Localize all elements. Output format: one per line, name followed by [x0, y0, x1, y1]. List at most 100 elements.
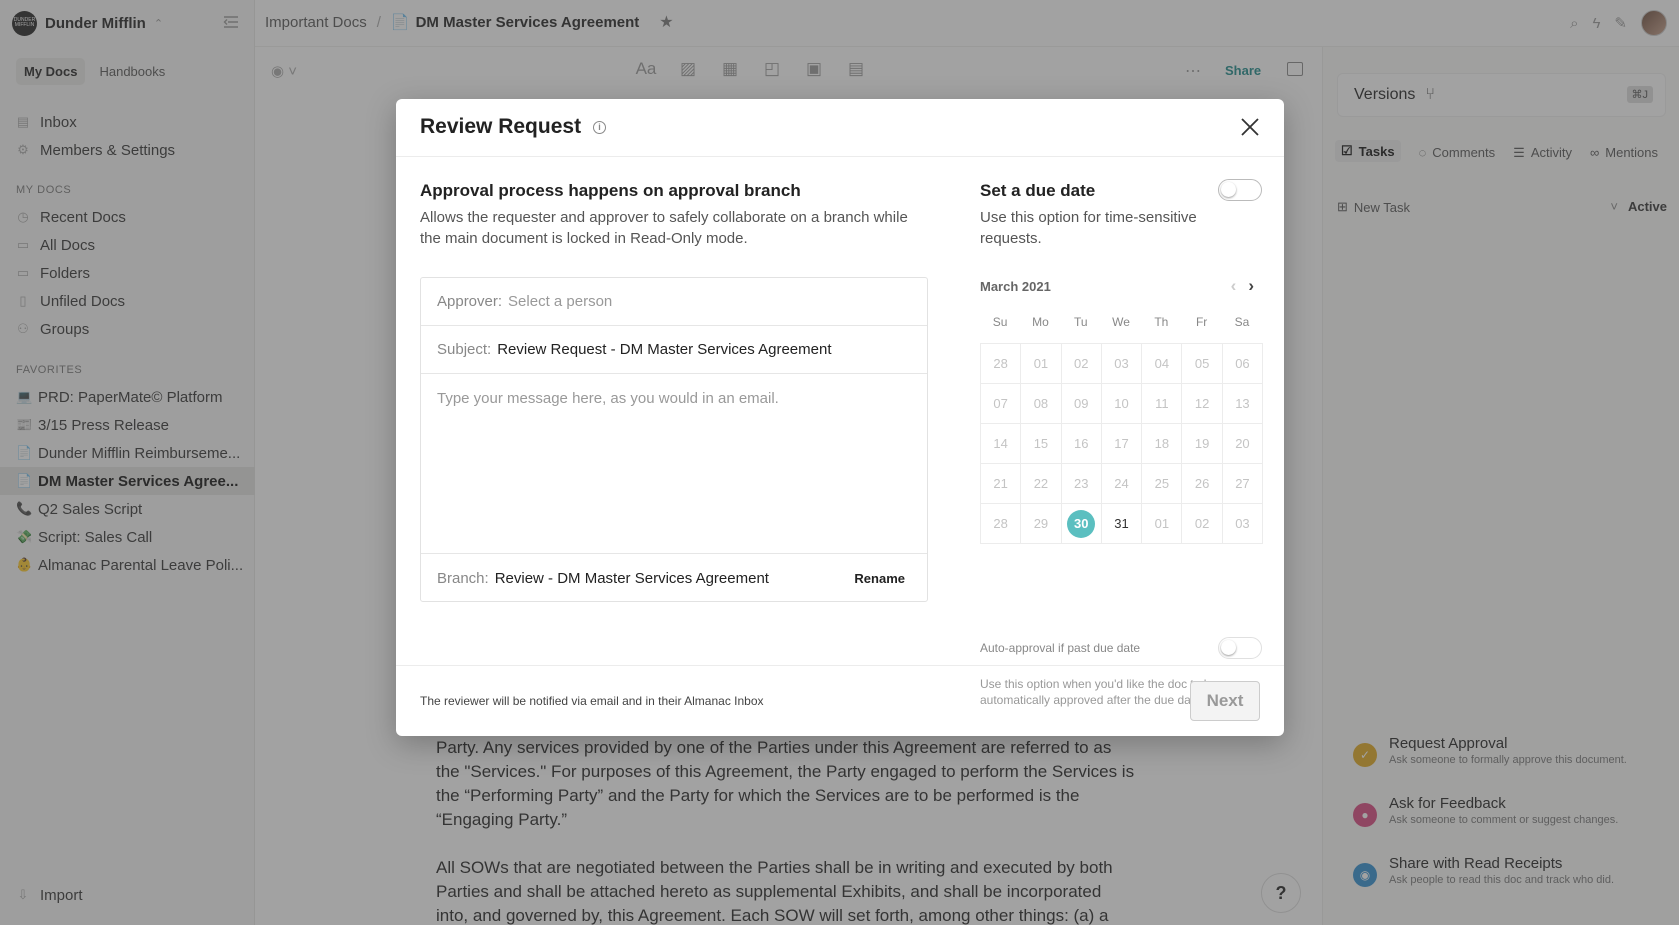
- calendar-day[interactable]: 23: [1061, 464, 1102, 504]
- info-icon[interactable]: i: [593, 120, 607, 134]
- review-request-modal: Review Request i Approval process happen…: [396, 99, 1284, 736]
- calendar-day-label: 09: [1074, 396, 1089, 411]
- calendar-day[interactable]: 12: [1182, 384, 1223, 424]
- calendar-day[interactable]: 02: [1182, 504, 1223, 544]
- approver-field[interactable]: Approver: Select a person: [421, 278, 927, 326]
- calendar-day-label: 19: [1194, 436, 1210, 451]
- calendar-day[interactable]: 24: [1101, 464, 1143, 504]
- next-button[interactable]: Next: [1190, 681, 1260, 721]
- calendar-day[interactable]: 28: [981, 504, 1022, 544]
- due-date-section: Set a due date Use this option for time-…: [980, 179, 1264, 707]
- subject-value: Review Request - DM Master Services Agre…: [497, 341, 832, 358]
- calendar-day[interactable]: 02: [1061, 344, 1102, 384]
- modal-title: Review Request i: [420, 115, 607, 139]
- calendar-day-label: 12: [1194, 396, 1210, 411]
- calendar-day-label: 24: [1114, 476, 1129, 491]
- calendar-day-label: 26: [1194, 476, 1210, 491]
- close-icon[interactable]: [1238, 115, 1262, 139]
- rename-button[interactable]: Rename: [854, 571, 905, 586]
- calendar-day-label: 25: [1154, 476, 1170, 491]
- modal-header: Review Request i: [396, 99, 1284, 157]
- calendar-grid: 28 01 02 03 04 05 06 07 08 09 10 11 12 13 14 15 16 17 18 19…: [980, 343, 1264, 544]
- auto-approval-row: Auto-approval if past due date: [980, 637, 1262, 659]
- calendar-day[interactable]: 22: [1021, 464, 1062, 504]
- calendar-day-label: 02: [1194, 516, 1210, 531]
- calendar-header: March 2021 ‹ ›: [980, 276, 1262, 296]
- calendar-day[interactable]: 01: [1021, 344, 1062, 384]
- calendar-day[interactable]: 21: [981, 464, 1022, 504]
- calendar-nav: ‹ ›: [1231, 276, 1254, 296]
- due-date-header: Set a due date: [980, 179, 1262, 201]
- calendar-day-label: 06: [1235, 356, 1250, 371]
- calendar-day[interactable]: 17: [1101, 424, 1143, 464]
- request-form: Approver: Select a person Subject: Revie…: [420, 277, 928, 602]
- calendar-day[interactable]: 31: [1101, 504, 1143, 544]
- branch-value: Review - DM Master Services Agreement: [494, 569, 769, 587]
- calendar-day-label: 01: [1154, 516, 1170, 531]
- calendar-day[interactable]: 01: [1142, 504, 1183, 544]
- calendar-day[interactable]: 13: [1222, 384, 1264, 424]
- calendar-day[interactable]: 18: [1142, 424, 1183, 464]
- auto-approval-toggle[interactable]: [1218, 637, 1262, 659]
- calendar-day[interactable]: 05: [1182, 344, 1223, 384]
- calendar-day[interactable]: 27: [1222, 464, 1264, 504]
- calendar-day-label: 08: [1033, 396, 1049, 411]
- calendar-day-label: 02: [1074, 356, 1089, 371]
- calendar-day[interactable]: 14: [981, 424, 1022, 464]
- calendar-day[interactable]: 28: [981, 344, 1022, 384]
- weekday-label: We: [1112, 315, 1130, 329]
- calendar-day-label: 15: [1033, 436, 1049, 451]
- chevron-left-icon[interactable]: ‹: [1231, 276, 1237, 296]
- calendar-day-label: 14: [993, 436, 1008, 451]
- due-date-description: Use this option for time-sensitive reque…: [980, 209, 1197, 247]
- due-date-toggle[interactable]: [1218, 179, 1262, 201]
- calendar-day[interactable]: 09: [1061, 384, 1102, 424]
- calendar-day[interactable]: 26: [1182, 464, 1223, 504]
- calendar-day[interactable]: 29: [1021, 504, 1062, 544]
- calendar-day[interactable]: 20: [1222, 424, 1264, 464]
- calendar-day[interactable]: 19: [1182, 424, 1223, 464]
- modal-footer: The reviewer will be notified via email …: [396, 665, 1284, 736]
- calendar-day-label: 10: [1114, 396, 1129, 411]
- calendar-day-label: 27: [1235, 476, 1250, 491]
- weekday-label: Su: [992, 315, 1008, 329]
- subject-label: Subject:: [437, 341, 492, 358]
- weekday-label: Mo: [1032, 315, 1049, 329]
- due-date-heading: Set a due date: [980, 181, 1096, 200]
- calendar-day-label: 23: [1074, 476, 1089, 491]
- calendar-day[interactable]: 15: [1021, 424, 1062, 464]
- calendar-day-today[interactable]: 30: [1061, 504, 1102, 544]
- approval-heading: Approval process happens on approval bra…: [420, 181, 801, 200]
- calendar-day[interactable]: 11: [1142, 384, 1183, 424]
- notification-note: The reviewer will be notified via email …: [420, 694, 764, 708]
- auto-approval-label: Auto-approval if past due date: [980, 641, 1141, 655]
- approver-placeholder: Select a person: [508, 293, 613, 310]
- calendar-day-label: 22: [1033, 476, 1049, 491]
- calendar-day[interactable]: 07: [981, 384, 1022, 424]
- calendar-day-label: 01: [1033, 356, 1049, 371]
- calendar-day[interactable]: 25: [1142, 464, 1183, 504]
- calendar-day-label: 18: [1154, 436, 1170, 451]
- calendar-day[interactable]: 10: [1101, 384, 1143, 424]
- calendar-day[interactable]: 08: [1021, 384, 1062, 424]
- calendar-day-label: 21: [993, 476, 1008, 491]
- calendar-day[interactable]: 16: [1061, 424, 1102, 464]
- weekday-label: Th: [1154, 315, 1169, 329]
- calendar-day[interactable]: 04: [1142, 344, 1183, 384]
- approval-description: Allows the requester and approver to saf…: [420, 209, 908, 247]
- calendar-day-label: 11: [1155, 396, 1169, 411]
- calendar-day[interactable]: 06: [1222, 344, 1264, 384]
- chevron-right-icon[interactable]: ›: [1248, 276, 1254, 296]
- weekday-label: Tu: [1073, 315, 1088, 329]
- weekday-header: Su Mo Tu We Th Fr Sa: [980, 315, 1262, 329]
- approval-section: Approval process happens on approval bra…: [420, 181, 928, 602]
- calendar-day-label: 16: [1074, 436, 1089, 451]
- calendar-day-label: 31: [1114, 516, 1129, 531]
- calendar-day[interactable]: 03: [1101, 344, 1143, 384]
- modal-title-text: Review Request: [420, 115, 582, 138]
- calendar-day[interactable]: 03: [1222, 504, 1264, 544]
- subject-field[interactable]: Subject: Review Request - DM Master Serv…: [421, 326, 927, 374]
- calendar-day-label: 20: [1235, 436, 1250, 451]
- calendar-day-label: 13: [1235, 396, 1250, 411]
- message-textarea[interactable]: Type your message here, as you would in …: [421, 374, 927, 554]
